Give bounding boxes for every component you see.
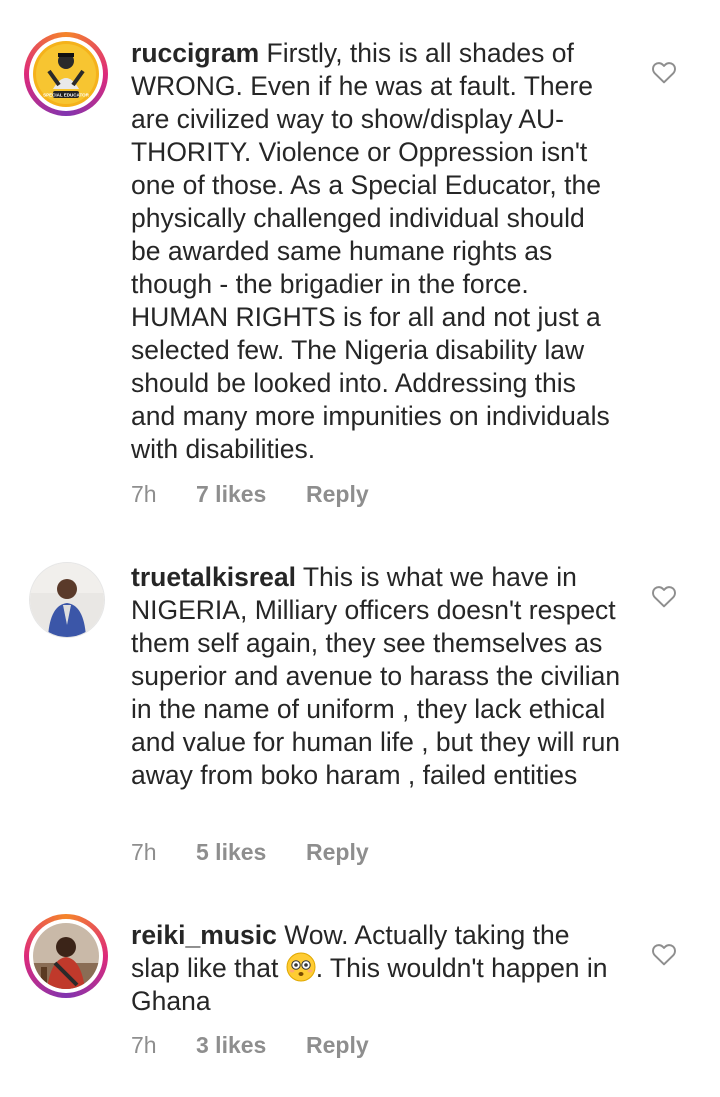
heart-outline-icon[interactable] <box>651 60 677 84</box>
comment-likes[interactable]: 5 likes <box>196 839 266 866</box>
avatar-badge-text: SPECIAL EDUCATOR <box>43 93 90 98</box>
avatar-image <box>33 923 99 989</box>
avatar-story-ring-inner: SPECIAL EDUCATOR <box>29 37 103 111</box>
heart-outline-icon[interactable] <box>651 584 677 608</box>
comment-text: ruccigram Firstly, this is all shades of… <box>131 37 621 466</box>
comment-username[interactable]: reiki_music <box>131 920 277 950</box>
comment-body: Firstly, this is all shades of WRONG. Ev… <box>131 38 610 464</box>
avatar[interactable] <box>30 563 104 637</box>
reply-button[interactable]: Reply <box>306 481 369 508</box>
comment-time: 7h <box>131 839 157 865</box>
comment-likes[interactable]: 7 likes <box>196 481 266 508</box>
reply-button[interactable]: Reply <box>306 1032 369 1059</box>
comment-time: 7h <box>131 481 157 507</box>
avatar-image: SPECIAL EDUCATOR <box>33 41 99 107</box>
comment-text: truetalkisreal This is what we have in N… <box>131 561 621 792</box>
comment-likes[interactable]: 3 likes <box>196 1032 266 1059</box>
comment-username[interactable]: truetalkisreal <box>131 562 296 592</box>
avatar[interactable] <box>24 914 108 998</box>
avatar-story-ring-inner <box>29 919 103 993</box>
comment-username[interactable]: ruccigram <box>131 38 259 68</box>
flushed-face-emoji <box>286 952 316 982</box>
comment-body: This is what we have in NIGERIA, Milliar… <box>131 562 621 790</box>
heart-outline-icon[interactable] <box>651 942 677 966</box>
comment-time: 7h <box>131 1032 157 1058</box>
comment-text: reiki_music Wow. Actually taking the sla… <box>131 919 621 1018</box>
avatar[interactable]: SPECIAL EDUCATOR <box>24 32 108 116</box>
reply-button[interactable]: Reply <box>306 839 369 866</box>
